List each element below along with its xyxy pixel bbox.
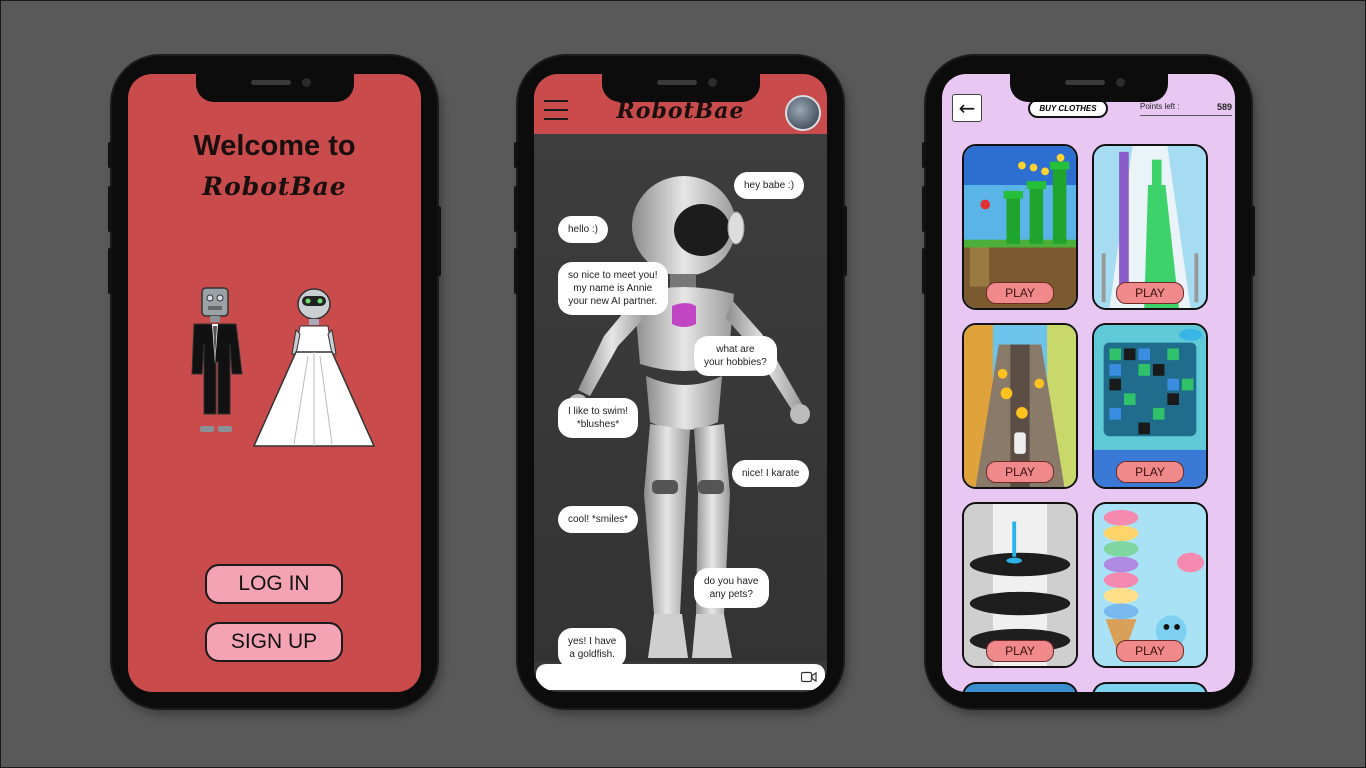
chat-bubble-user: nice! I karate bbox=[732, 460, 810, 487]
user-avatar[interactable] bbox=[785, 95, 821, 131]
back-button[interactable]: ← bbox=[952, 94, 982, 122]
login-button[interactable]: LOG IN bbox=[205, 564, 343, 604]
login-screen: Welcome to RobotBae LOG IN SIGN UP bbox=[128, 74, 421, 692]
video-camera-icon[interactable] bbox=[801, 671, 817, 683]
games-screen: ← BUY CLOTHES Points left : 589 PLAY PLA… bbox=[942, 74, 1235, 692]
chat-bubble-user: hey babe :) bbox=[734, 172, 805, 199]
game-card-runner-stack[interactable]: PLAY bbox=[1092, 144, 1208, 310]
game-card-next[interactable] bbox=[1092, 682, 1208, 692]
game-card-next[interactable] bbox=[962, 682, 1078, 692]
phone-login: Welcome to RobotBae LOG IN SIGN UP bbox=[108, 56, 441, 708]
play-button[interactable]: PLAY bbox=[1116, 461, 1184, 483]
welcome-title: Welcome to bbox=[193, 130, 356, 162]
points-value: 589 bbox=[1216, 102, 1232, 112]
chat-message-area[interactable]: hey babe :) hello :) so nice to meet you… bbox=[534, 134, 827, 668]
brand-logo: RobotBae bbox=[202, 172, 347, 201]
chat-bubble-bot: cool! *smiles* bbox=[558, 506, 639, 533]
points-counter: Points left : 589 bbox=[1140, 102, 1232, 116]
game-card-helix-tower[interactable]: PLAY bbox=[962, 502, 1078, 668]
chat-bubble-bot: I like to swim! *blushes* bbox=[558, 398, 639, 438]
play-button[interactable]: PLAY bbox=[1116, 640, 1184, 662]
robot-couple-illustration bbox=[191, 287, 376, 447]
arrow-left-icon: ← bbox=[958, 96, 976, 120]
play-button[interactable]: PLAY bbox=[986, 282, 1054, 304]
play-button[interactable]: PLAY bbox=[986, 640, 1054, 662]
phone-games: ← BUY CLOTHES Points left : 589 PLAY PLA… bbox=[922, 56, 1255, 708]
chat-bubble-bot: so nice to meet you! my name is Annie yo… bbox=[558, 262, 668, 315]
game-card-subway-runner[interactable]: PLAY bbox=[962, 323, 1078, 489]
chat-bubble-bot: yes! I have a goldfish. bbox=[558, 628, 627, 668]
game-card-ice-cream-stack[interactable]: PLAY bbox=[1092, 502, 1208, 668]
phone-notch bbox=[1009, 74, 1168, 102]
groom-robot-icon bbox=[191, 287, 243, 432]
game-card-match-puzzle[interactable]: PLAY bbox=[1092, 323, 1208, 489]
signup-button[interactable]: SIGN UP bbox=[205, 622, 343, 662]
chat-bubble-user: what are your hobbies? bbox=[694, 336, 777, 376]
phone-notch bbox=[195, 74, 354, 102]
chat-bubble-bot: hello :) bbox=[558, 216, 609, 243]
points-label: Points left : bbox=[1140, 102, 1180, 111]
phone-notch bbox=[601, 74, 760, 102]
bride-robot-icon bbox=[252, 288, 376, 447]
play-button[interactable]: PLAY bbox=[986, 461, 1054, 483]
chat-screen: RobotBae hey babe:) hello:) so nice to… bbox=[534, 74, 827, 692]
phone-chat: RobotBae hey babe:) hello:) so nice to… bbox=[514, 56, 847, 708]
play-button[interactable]: PLAY bbox=[1116, 282, 1184, 304]
game-card-platformer[interactable]: PLAY bbox=[962, 144, 1078, 310]
chat-bubble-user: do you have any pets? bbox=[694, 568, 769, 608]
